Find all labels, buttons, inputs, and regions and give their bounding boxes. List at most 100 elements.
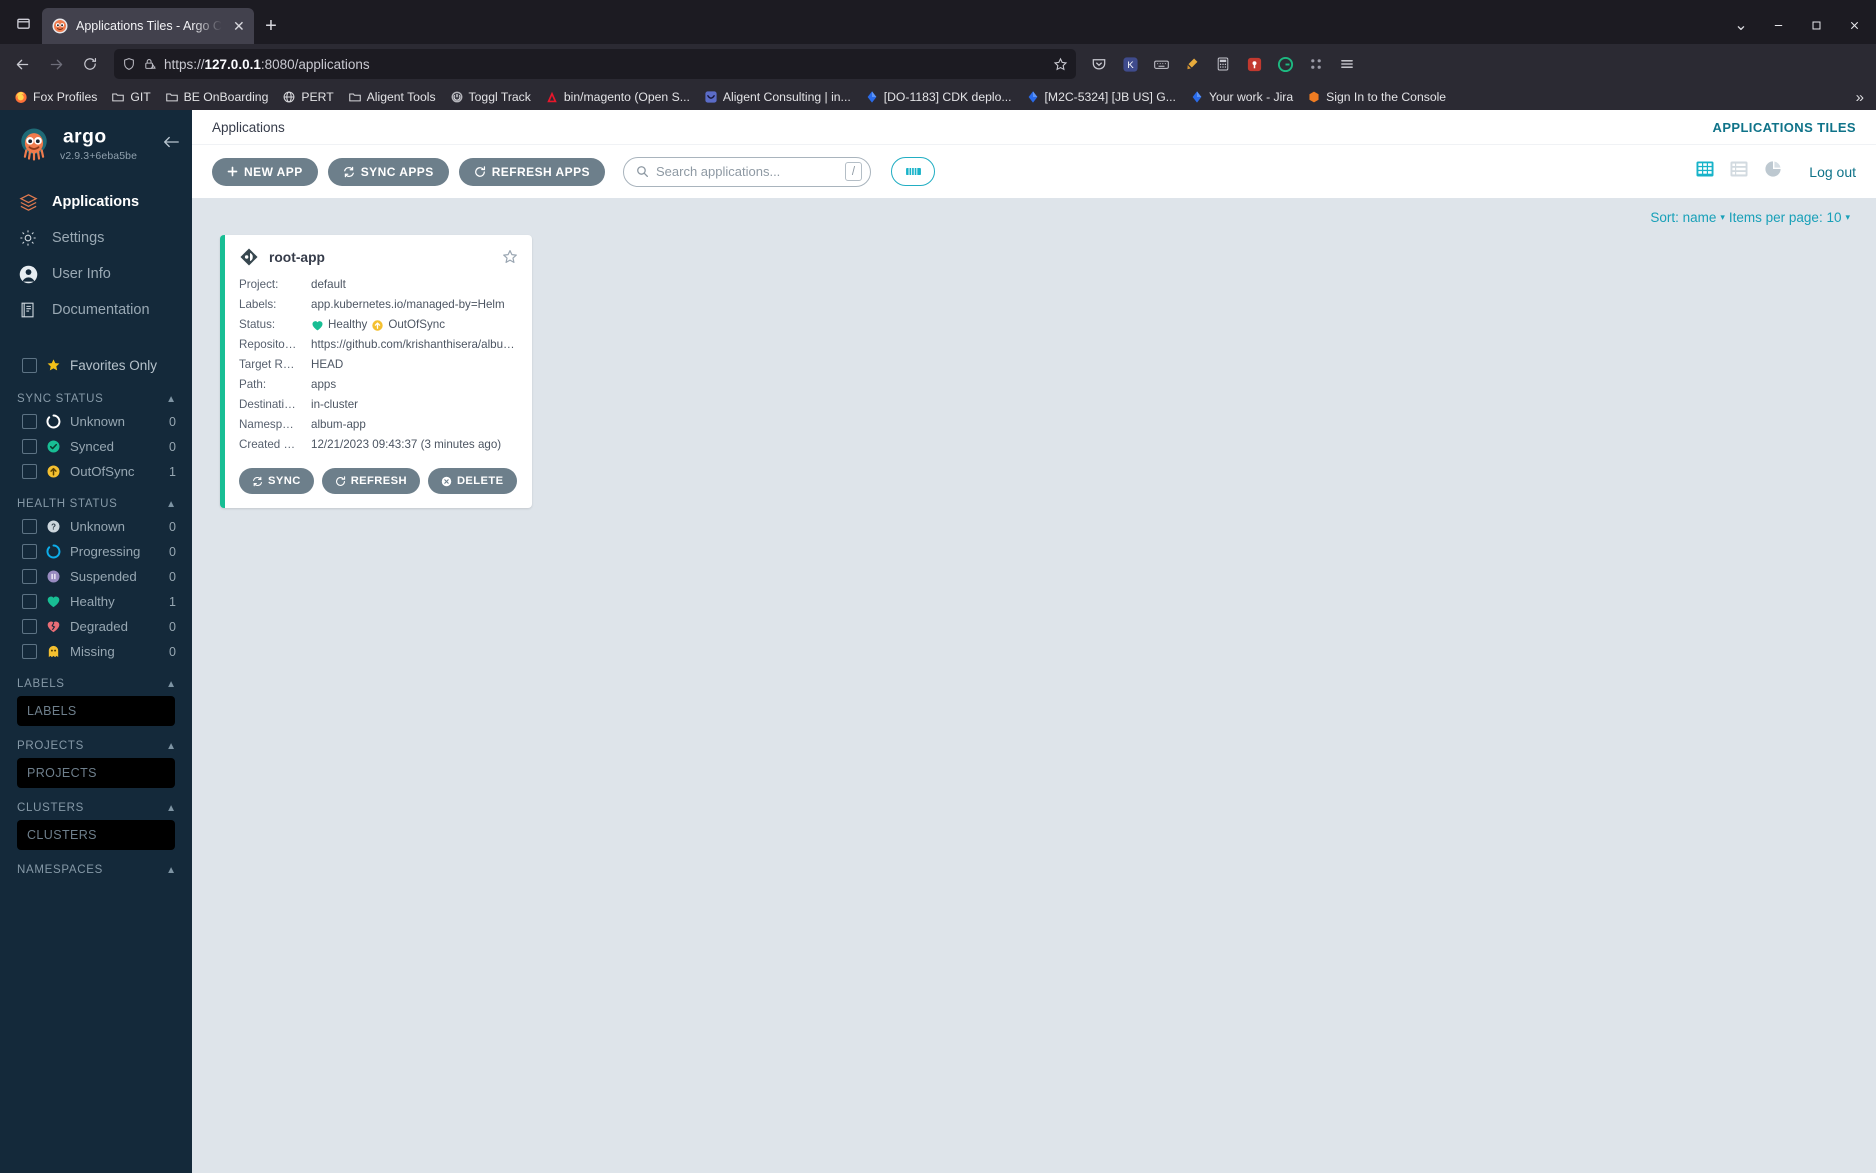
- sync-filter-outofsync[interactable]: OutOfSync 1: [0, 459, 192, 484]
- chevron-down-icon[interactable]: ▾: [1720, 212, 1725, 223]
- sync-filter-synced[interactable]: Synced 0: [0, 434, 192, 459]
- application-tile[interactable]: root-app Project: default Labels: app.ku…: [220, 235, 532, 508]
- refresh-button[interactable]: REFRESH: [321, 468, 420, 494]
- list-view-button[interactable]: [1729, 159, 1749, 184]
- sync-filter-unknown[interactable]: Unknown 0: [0, 409, 192, 434]
- chevron-up-icon[interactable]: ▲: [166, 499, 176, 510]
- close-window-button[interactable]: [1836, 10, 1872, 40]
- new-app-button[interactable]: NEW APP: [212, 157, 318, 186]
- filter-label: Unknown: [70, 414, 125, 429]
- chevron-up-icon[interactable]: ▲: [166, 679, 176, 690]
- checkbox[interactable]: [22, 569, 37, 584]
- chevron-down-icon[interactable]: ▾: [1845, 212, 1850, 223]
- logout-button[interactable]: Log out: [1809, 164, 1856, 180]
- items-per-page-label[interactable]: Items per page: 10: [1729, 210, 1842, 225]
- password-manager-icon[interactable]: [1239, 50, 1269, 78]
- checkbox[interactable]: [22, 439, 37, 454]
- maximize-button[interactable]: [1798, 10, 1834, 40]
- forward-button[interactable]: [40, 49, 72, 79]
- keyboard-icon[interactable]: [1146, 50, 1176, 78]
- labels-group-header[interactable]: LABELS ▲: [0, 664, 192, 694]
- health-filter-suspended[interactable]: Suspended 0: [0, 564, 192, 589]
- chevron-up-icon[interactable]: ▲: [166, 741, 176, 752]
- namespaces-group-header[interactable]: NAMESPACES ▲: [0, 850, 192, 880]
- reload-button[interactable]: [74, 49, 106, 79]
- health-filter-progressing[interactable]: Progressing 0: [0, 539, 192, 564]
- health-filter-degraded[interactable]: Degraded 0: [0, 614, 192, 639]
- favorites-only-filter[interactable]: Favorites Only: [0, 352, 192, 379]
- bookmark-item[interactable]: [DO-1183] CDK deplo...: [859, 88, 1018, 106]
- collapse-sidebar-button[interactable]: [160, 134, 182, 155]
- projects-input[interactable]: PROJECTS: [17, 758, 175, 788]
- sidebar-brand[interactable]: argo v2.9.3+6eba5be: [0, 110, 192, 174]
- bookmark-item[interactable]: bin/magento (Open S...: [539, 88, 696, 106]
- chevron-up-icon[interactable]: ▲: [166, 803, 176, 814]
- bookmark-item[interactable]: Your work - Jira: [1184, 88, 1299, 106]
- back-button[interactable]: [6, 49, 38, 79]
- health-status-group-header[interactable]: HEALTH STATUS ▲: [0, 484, 192, 514]
- chevron-down-icon[interactable]: ⌄: [1724, 10, 1758, 40]
- pocket-icon[interactable]: [1084, 50, 1114, 78]
- address-bar[interactable]: https://127.0.0.1:8080/applications: [114, 49, 1076, 79]
- checkbox[interactable]: [22, 414, 37, 429]
- checkbox[interactable]: [22, 619, 37, 634]
- clusters-group-header[interactable]: CLUSTERS ▲: [0, 788, 192, 818]
- new-tab-button[interactable]: +: [254, 9, 288, 43]
- chevron-up-icon[interactable]: ▲: [166, 394, 176, 405]
- sync-button[interactable]: SYNC: [239, 468, 314, 494]
- bookmark-item[interactable]: Fox Profiles: [8, 88, 103, 106]
- app-menu-button[interactable]: [1332, 50, 1362, 78]
- sort-label[interactable]: Sort: name: [1650, 210, 1716, 225]
- bookmark-item[interactable]: Aligent Tools: [342, 88, 442, 106]
- health-filter-healthy[interactable]: Healthy 1: [0, 589, 192, 614]
- bookmark-label: [M2C-5324] [JB US] G...: [1044, 90, 1176, 104]
- bookmark-item[interactable]: Toggl Track: [444, 88, 537, 106]
- bookmark-item[interactable]: BE OnBoarding: [159, 88, 275, 106]
- labels-input[interactable]: LABELS: [17, 696, 175, 726]
- bookmark-item[interactable]: PERT: [276, 88, 339, 106]
- field-value: default: [311, 278, 346, 291]
- star-outline-icon[interactable]: [502, 249, 518, 265]
- health-filter-missing[interactable]: Missing 0: [0, 639, 192, 664]
- bookmark-item[interactable]: Sign In to the Console: [1301, 88, 1452, 106]
- extensions-puzzle-icon[interactable]: [1301, 50, 1331, 78]
- sync-status-group-header[interactable]: SYNC STATUS ▲: [0, 379, 192, 409]
- chevron-up-icon[interactable]: ▲: [166, 865, 176, 876]
- filter-toggle-button[interactable]: [891, 157, 935, 186]
- sidebar-item-settings[interactable]: Settings: [0, 220, 192, 256]
- refresh-apps-button[interactable]: REFRESH APPS: [458, 157, 605, 186]
- summary-view-button[interactable]: [1763, 159, 1783, 184]
- bookmarks-overflow-button[interactable]: »: [1852, 89, 1868, 106]
- highlighter-icon[interactable]: [1177, 50, 1207, 78]
- grammarly-icon[interactable]: [1270, 50, 1300, 78]
- bookmark-item[interactable]: GIT: [105, 88, 156, 106]
- close-tab-button[interactable]: ✕: [230, 18, 248, 35]
- tiles-view-button[interactable]: [1695, 159, 1715, 184]
- sidebar-item-documentation[interactable]: Documentation: [0, 292, 192, 328]
- checkbox[interactable]: [22, 464, 37, 479]
- sync-apps-button[interactable]: SYNC APPS: [327, 157, 449, 186]
- browser-tab[interactable]: Applications Tiles - Argo C ✕: [42, 8, 254, 44]
- delete-button[interactable]: DELETE: [427, 468, 517, 494]
- projects-group-header[interactable]: PROJECTS ▲: [0, 726, 192, 756]
- list-all-tabs-button[interactable]: [4, 4, 42, 42]
- search-applications-field[interactable]: Search applications... /: [623, 156, 871, 187]
- checkbox[interactable]: [22, 544, 37, 559]
- checkbox[interactable]: [22, 519, 37, 534]
- account-icon[interactable]: K: [1115, 50, 1145, 78]
- bookmark-star-icon[interactable]: [1053, 57, 1068, 72]
- favorites-only-checkbox[interactable]: [22, 358, 37, 373]
- folder-icon: [165, 93, 178, 102]
- bookmark-item[interactable]: [M2C-5324] [JB US] G...: [1020, 88, 1182, 106]
- checkbox[interactable]: [22, 594, 37, 609]
- calculator-icon[interactable]: [1208, 50, 1238, 78]
- sidebar-item-user-info[interactable]: User Info: [0, 256, 192, 292]
- clusters-input[interactable]: CLUSTERS: [17, 820, 175, 850]
- url-path: :8080/applications: [260, 56, 370, 72]
- breadcrumb[interactable]: Applications: [212, 120, 285, 135]
- health-filter-unknown[interactable]: ? Unknown 0: [0, 514, 192, 539]
- bookmark-item[interactable]: Aligent Consulting | in...: [698, 88, 857, 106]
- checkbox[interactable]: [22, 644, 37, 659]
- sidebar-item-applications[interactable]: Applications: [0, 184, 192, 220]
- minimize-button[interactable]: [1760, 10, 1796, 40]
